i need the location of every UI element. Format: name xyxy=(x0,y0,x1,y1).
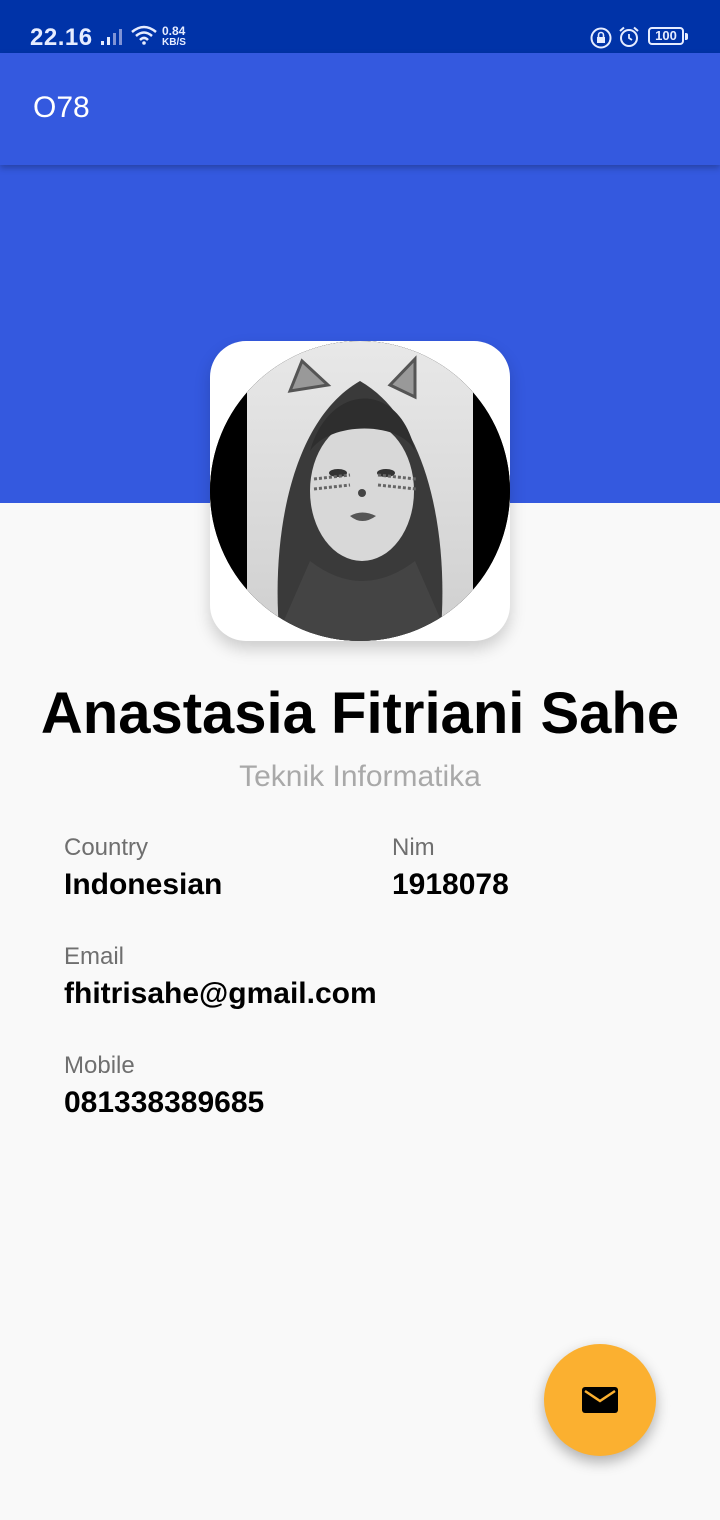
net-speed-value: 0.84 xyxy=(162,24,186,38)
avatar-card xyxy=(210,341,510,641)
nim-label: Nim xyxy=(392,834,435,861)
app-bar: O78 xyxy=(0,53,720,165)
profile-name: Anastasia Fitriani Sahe xyxy=(40,681,680,746)
profile-department: Teknik Informatika xyxy=(239,760,481,793)
profile-photo-image xyxy=(210,341,510,641)
status-time: 22.16 xyxy=(30,24,93,51)
mobile-label: Mobile xyxy=(64,1052,135,1079)
net-speed-unit: KB/S xyxy=(162,37,186,48)
signal-icon xyxy=(101,29,122,45)
status-bar: 22.16 0.84 KB/S 100 xyxy=(0,0,720,53)
alarm-icon xyxy=(619,26,639,47)
nim-value: 1918078 xyxy=(392,868,509,901)
lock-icon xyxy=(590,27,612,49)
country-label: Country xyxy=(64,834,149,861)
mail-icon xyxy=(582,1387,618,1413)
battery-icon: 100 xyxy=(648,27,688,45)
wifi-icon xyxy=(131,25,157,45)
app-bar-title: O78 xyxy=(33,91,90,124)
email-value: fhitrisahe@gmail.com xyxy=(64,977,377,1010)
network-speed: 0.84 KB/S xyxy=(162,25,186,49)
mobile-value: 081338389685 xyxy=(64,1086,265,1119)
send-email-button[interactable] xyxy=(544,1344,656,1456)
avatar xyxy=(210,341,510,641)
email-label: Email xyxy=(64,943,125,970)
country-value: Indonesian xyxy=(64,868,223,901)
